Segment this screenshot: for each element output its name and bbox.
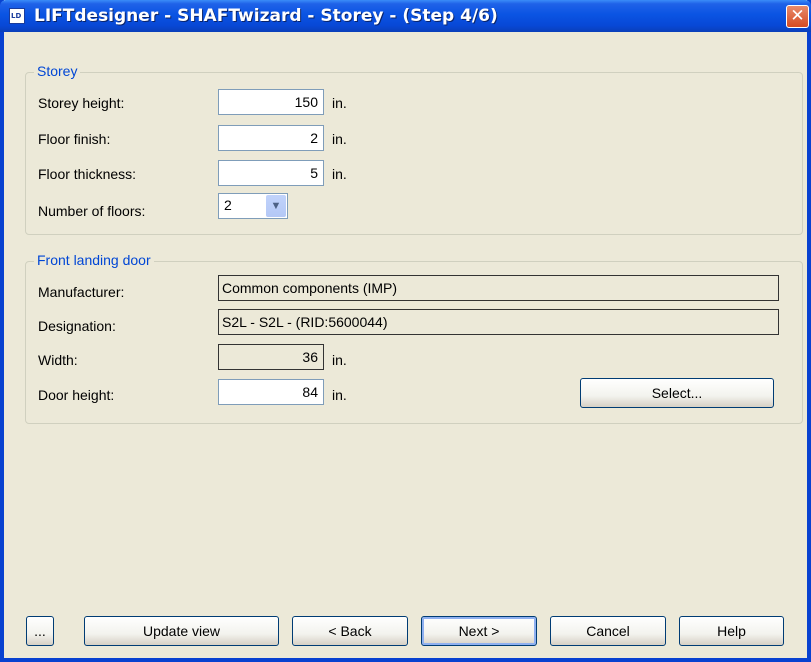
storey-height-label: Storey height:: [38, 95, 125, 111]
floor-finish-label: Floor finish:: [38, 131, 111, 147]
help-button[interactable]: Help: [679, 616, 784, 646]
designation-label: Designation:: [38, 318, 116, 334]
storey-height-unit: in.: [332, 95, 347, 111]
door-height-label: Door height:: [38, 387, 115, 403]
chevron-down-icon[interactable]: ▼: [266, 195, 286, 217]
storey-height-input[interactable]: 150: [218, 89, 324, 115]
number-of-floors-select[interactable]: 2 ▼: [218, 193, 288, 219]
floor-finish-input[interactable]: 2: [218, 125, 324, 151]
front-landing-door-legend: Front landing door: [34, 252, 154, 268]
door-height-input[interactable]: 84: [218, 379, 324, 405]
next-button[interactable]: Next >: [421, 616, 537, 646]
floor-thickness-unit: in.: [332, 166, 347, 182]
width-field: 36: [218, 344, 324, 370]
floor-thickness-input[interactable]: 5: [218, 160, 324, 186]
update-view-button[interactable]: Update view: [84, 616, 279, 646]
door-height-unit: in.: [332, 387, 347, 403]
number-of-floors-value: 2: [224, 197, 232, 213]
wizard-window: LD LIFTdesigner - SHAFTwizard - Storey -…: [0, 0, 811, 662]
designation-field: S2L - S2L - (RID:5600044): [218, 309, 779, 335]
manufacturer-label: Manufacturer:: [38, 284, 125, 300]
number-of-floors-label: Number of floors:: [38, 203, 146, 219]
floor-finish-unit: in.: [332, 131, 347, 147]
more-button[interactable]: ...: [26, 616, 54, 646]
title-bar[interactable]: LD LIFTdesigner - SHAFTwizard - Storey -…: [0, 0, 811, 32]
select-door-button[interactable]: Select...: [580, 378, 774, 408]
back-button[interactable]: < Back: [292, 616, 408, 646]
floor-thickness-label: Floor thickness:: [38, 166, 137, 182]
app-icon: LD: [9, 8, 25, 24]
close-icon[interactable]: ✕: [786, 5, 809, 28]
manufacturer-field: Common components (IMP): [218, 275, 779, 301]
cancel-button[interactable]: Cancel: [550, 616, 666, 646]
width-label: Width:: [38, 352, 78, 368]
window-title: LIFTdesigner - SHAFTwizard - Storey - (S…: [34, 6, 498, 26]
width-unit: in.: [332, 352, 347, 368]
storey-legend: Storey: [34, 63, 81, 79]
